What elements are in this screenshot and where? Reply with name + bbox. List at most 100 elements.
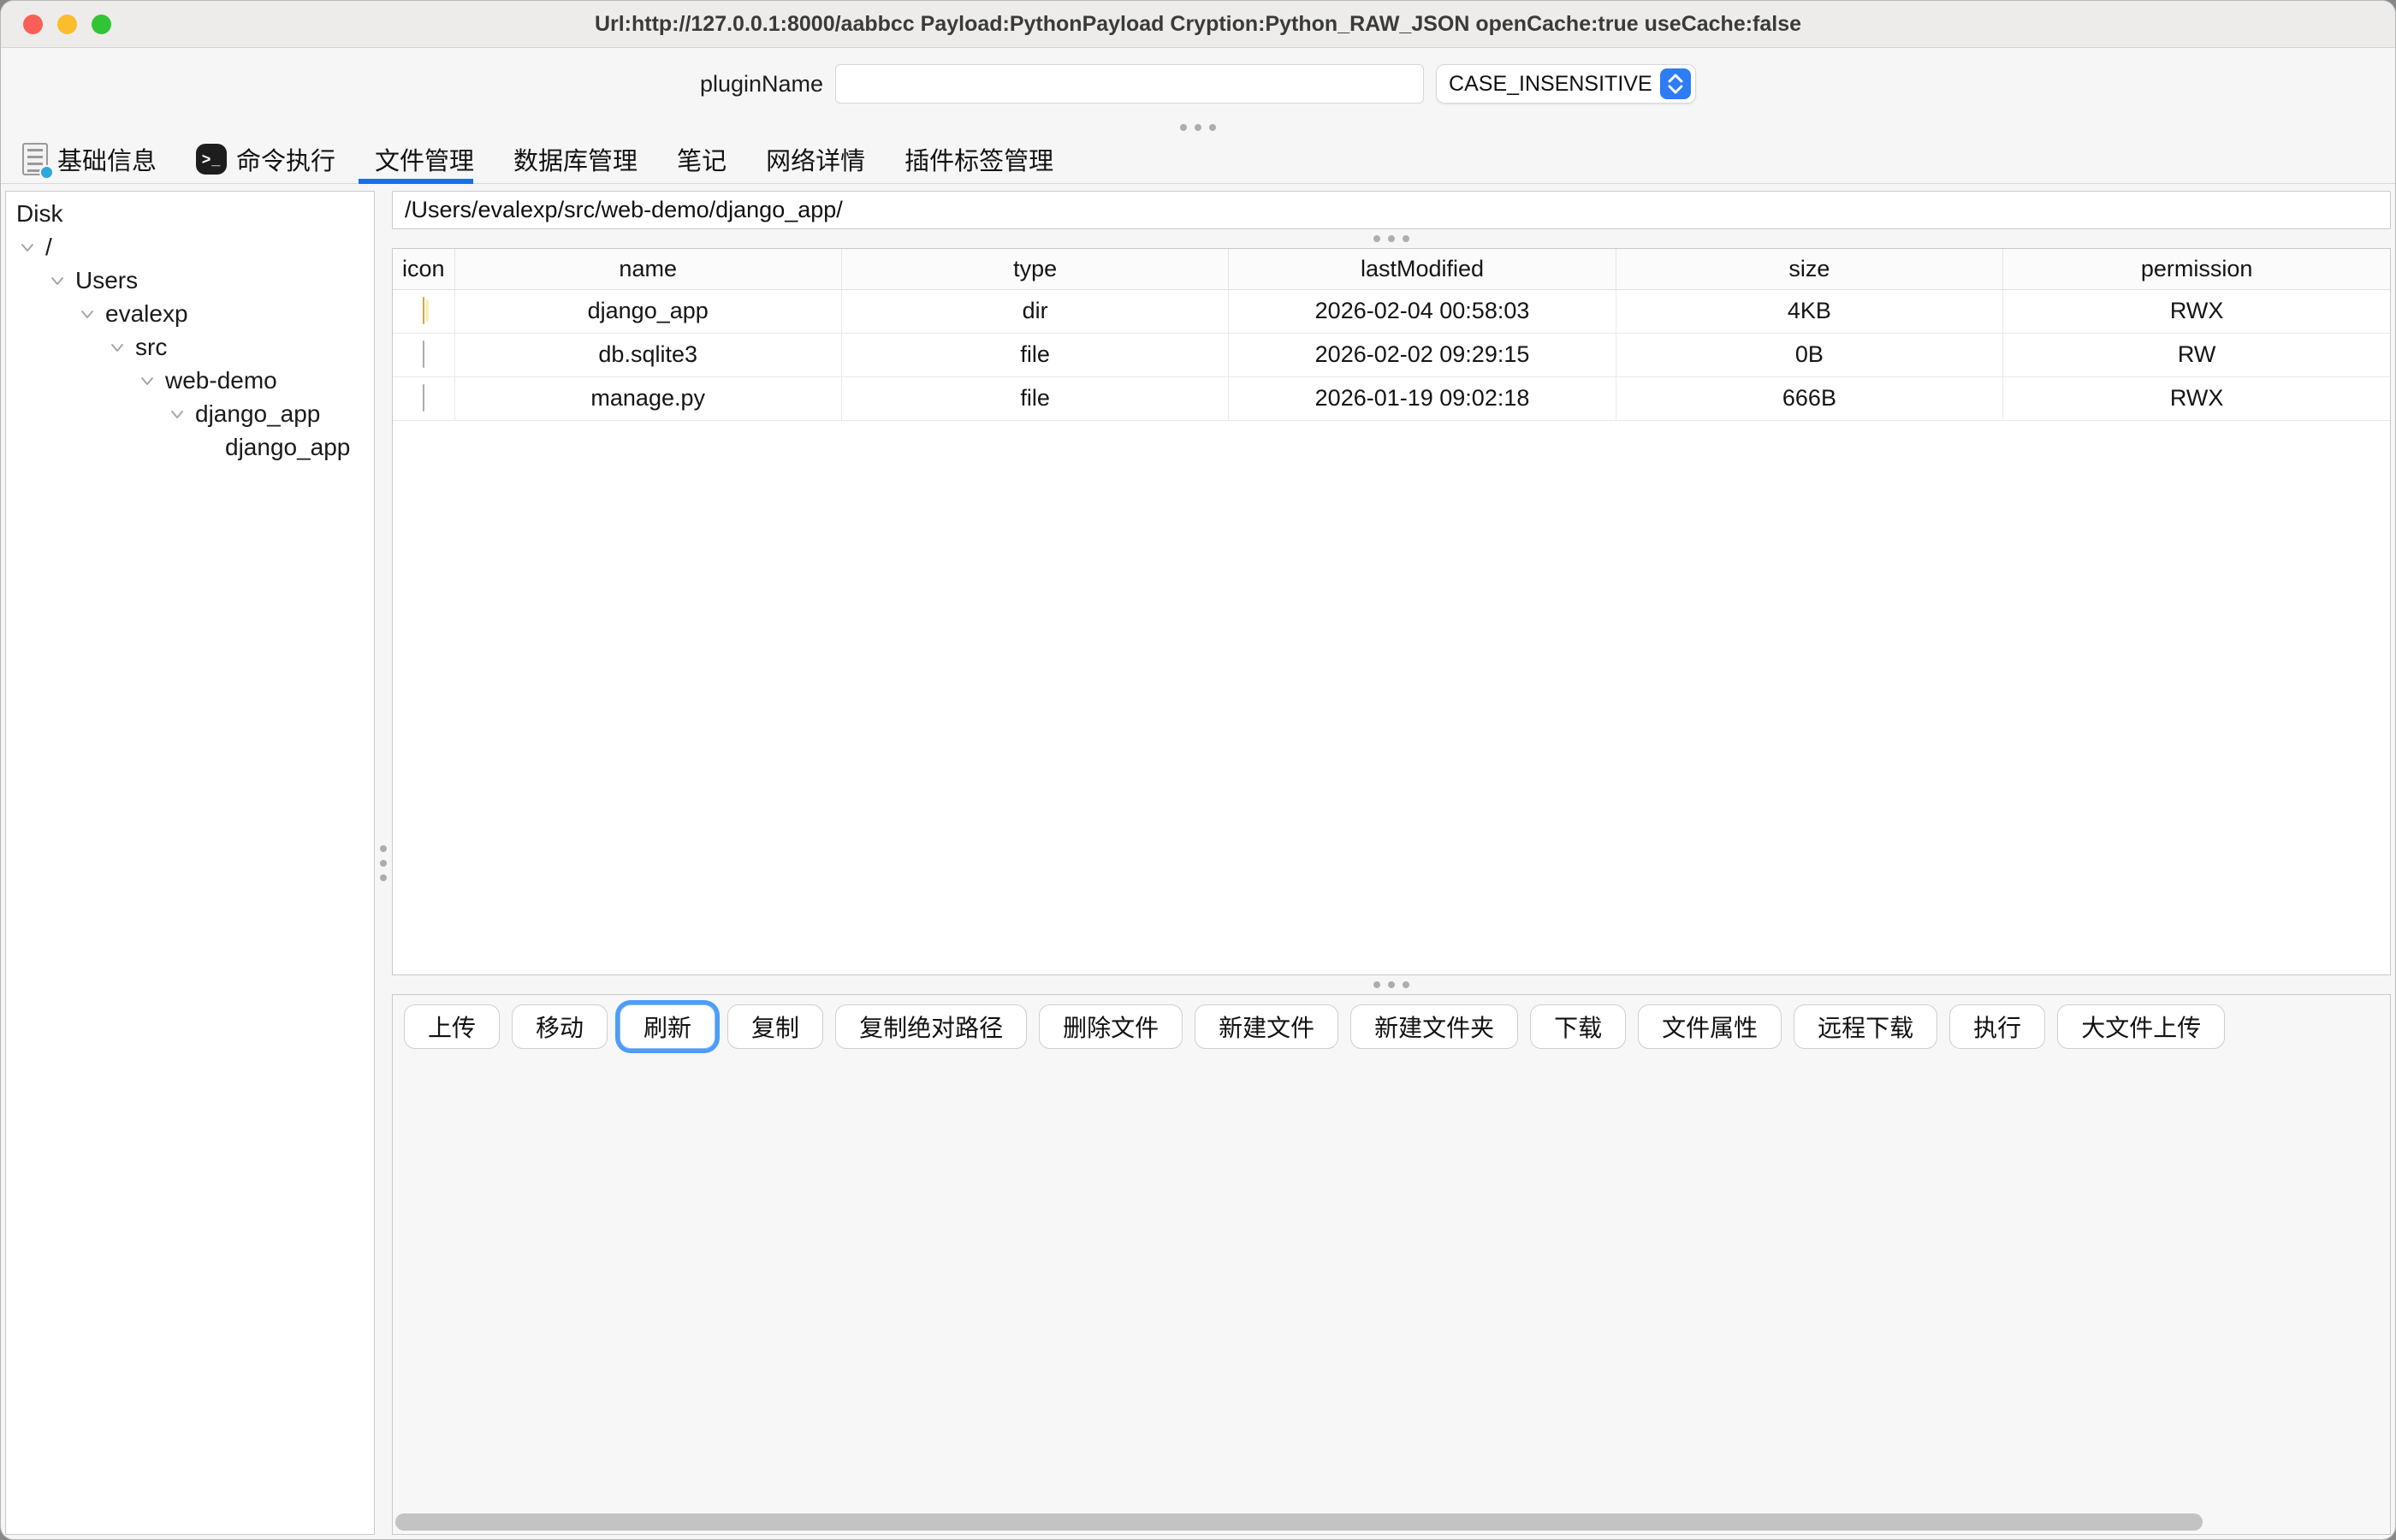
current-path-field[interactable] [392,191,2391,229]
cell-type: dir [841,289,1228,333]
file-icon [423,341,424,368]
tree-node-label: django_app [195,400,320,428]
cell-name: db.sqlite3 [454,333,841,376]
cell-permission: RW [2003,333,2390,376]
tab-label: 插件标签管理 [904,141,1053,177]
tree-node-evalexp[interactable]: evalexp [6,297,374,330]
file-icon [423,384,424,412]
tree-node-label: web-demo [165,367,277,394]
tab-label: 文件管理 [375,141,474,177]
tree-node-label: django_app [225,434,350,461]
copy-button[interactable]: 复制 [727,1004,823,1049]
tab-label: 数据库管理 [513,141,638,177]
traffic-lights [23,1,111,47]
cell-lastmodified: 2026-02-02 09:29:15 [1229,333,1616,376]
minimize-window-button[interactable] [57,15,77,34]
cell-lastmodified: 2026-02-04 00:58:03 [1229,289,1616,333]
tab-database[interactable]: 数据库管理 [494,135,657,183]
cell-size: 4KB [1616,289,2002,333]
tab-plugin-tags[interactable]: 插件标签管理 [885,135,1073,183]
copy-absolute-path-button[interactable]: 复制绝对路径 [835,1004,1027,1049]
tab-label: 命令执行 [236,141,335,177]
tab-label: 基础信息 [57,141,157,177]
folder-icon [423,297,424,324]
tab-notes[interactable]: 笔记 [657,135,746,183]
horizontal-scrollbar[interactable] [395,1513,2387,1531]
actions-toolbar: 上传 移动 刷新 复制 复制绝对路径 删除文件 新建文件 新建文件夹 下载 文件… [393,995,2390,1049]
file-manager-panel: icon name type lastModified size permiss… [392,191,2391,1535]
top-splitter-handle[interactable] [1,120,2395,135]
large-file-upload-button[interactable]: 大文件上传 [2057,1004,2225,1049]
new-folder-button[interactable]: 新建文件夹 [1350,1004,1518,1049]
tree-node-root[interactable]: / [6,230,374,264]
cell-size: 0B [1616,333,2002,376]
plugin-name-input[interactable] [835,64,1424,104]
table-actions-splitter[interactable] [392,975,2391,994]
tree-node-label: Users [75,267,138,294]
table-row[interactable]: django_app dir 2026-02-04 00:58:03 4KB R… [393,289,2390,333]
tab-file-manager[interactable]: 文件管理 [355,135,494,183]
path-table-splitter[interactable] [392,229,2391,248]
cell-permission: RWX [2003,376,2390,420]
column-header-type: type [841,249,1228,289]
close-window-button[interactable] [23,15,43,34]
chevron-down-icon[interactable] [136,370,158,392]
new-file-button[interactable]: 新建文件 [1195,1004,1338,1049]
plugin-bar: pluginName CASE_INSENSITIVE [1,48,2395,120]
delete-file-button[interactable]: 删除文件 [1039,1004,1183,1049]
case-mode-value: CASE_INSENSITIVE [1449,72,1652,97]
tab-command-exec[interactable]: >_ 命令执行 [176,135,355,183]
vertical-splitter[interactable] [375,191,392,1535]
tree-node-django-app-child[interactable]: django_app [6,430,374,464]
app-window: Url:http://127.0.0.1:8000/aabbcc Payload… [0,0,2396,1540]
chevron-down-icon[interactable] [16,236,39,258]
tab-network-details[interactable]: 网络详情 [746,135,885,183]
chevron-down-icon[interactable] [46,270,68,292]
actions-panel: 上传 移动 刷新 复制 复制绝对路径 删除文件 新建文件 新建文件夹 下载 文件… [392,994,2391,1535]
tree-node-label: src [135,334,167,361]
scrollbar-thumb[interactable] [395,1513,2203,1531]
titlebar: Url:http://127.0.0.1:8000/aabbcc Payload… [1,1,2395,48]
tree-node-django-app[interactable]: django_app [6,397,374,430]
table-row[interactable]: db.sqlite3 file 2026-02-02 09:29:15 0B R… [393,333,2390,376]
tree-node-label: evalexp [105,300,188,328]
upload-button[interactable]: 上传 [404,1004,500,1049]
content-area: Disk / Users evalexp src web-demo [1,184,2395,1539]
tab-basic-info[interactable]: 基础信息 [3,135,176,183]
cell-name: django_app [454,289,841,333]
column-header-size: size [1616,249,2002,289]
tree-node-src[interactable]: src [6,330,374,364]
column-header-name: name [454,249,841,289]
disk-tree-panel: Disk / Users evalexp src web-demo [5,191,375,1535]
table-row[interactable]: manage.py file 2026-01-19 09:02:18 666B … [393,376,2390,420]
file-table-panel: icon name type lastModified size permiss… [392,248,2391,975]
tree-node-users[interactable]: Users [6,264,374,297]
tab-label: 笔记 [677,141,727,177]
column-header-icon: icon [393,249,454,289]
chevron-down-icon[interactable] [166,403,188,425]
file-table: icon name type lastModified size permiss… [393,249,2390,421]
refresh-button[interactable]: 刷新 [620,1004,715,1049]
cell-name: manage.py [454,376,841,420]
cell-permission: RWX [2003,289,2390,333]
select-chevrons-icon [1660,68,1691,99]
tree-node-label: / [45,234,52,261]
file-properties-button[interactable]: 文件属性 [1638,1004,1782,1049]
zoom-window-button[interactable] [92,15,111,34]
move-button[interactable]: 移动 [512,1004,608,1049]
column-header-permission: permission [2003,249,2390,289]
execute-button[interactable]: 执行 [1949,1004,2045,1049]
chevron-down-icon[interactable] [106,336,128,358]
cell-type: file [841,333,1228,376]
chevron-down-icon[interactable] [76,303,98,325]
remote-download-button[interactable]: 远程下载 [1794,1004,1937,1049]
case-mode-select[interactable]: CASE_INSENSITIVE [1436,64,1696,104]
plugin-name-label: pluginName [700,71,823,98]
window-title: Url:http://127.0.0.1:8000/aabbcc Payload… [595,12,1801,37]
terminal-icon: >_ [196,144,227,175]
tree-root-label: Disk [6,197,374,230]
cell-size: 666B [1616,376,2002,420]
tree-node-web-demo[interactable]: web-demo [6,364,374,397]
column-header-lastmodified: lastModified [1229,249,1616,289]
download-button[interactable]: 下载 [1530,1004,1626,1049]
